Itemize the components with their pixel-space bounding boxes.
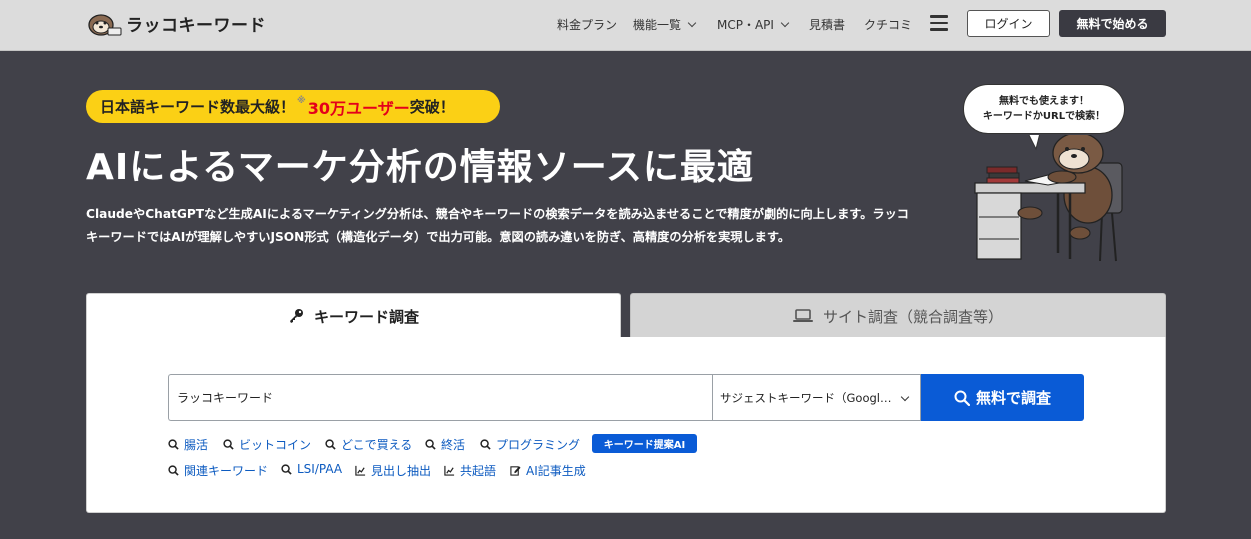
login-button[interactable]: ログイン [967,10,1050,37]
hamburger-menu-icon[interactable] [930,15,948,31]
tool-lsi-paa[interactable]: LSI/PAA [281,462,342,476]
suggest-label: プログラミング [496,438,581,452]
badge-suffix: 突破！ [409,98,455,116]
search-icon [425,439,436,450]
search-icon [480,439,491,450]
tool-heading-extract[interactable]: 見出し抽出 [355,462,431,479]
keyword-ai-button[interactable]: キーワード提案AI [592,434,697,453]
suggest-label: ビットコイン [239,438,312,452]
search-panel [86,337,1166,513]
search-icon [954,390,970,406]
search-icon [325,439,336,450]
search-icon [168,465,179,476]
tool-label: 関連キーワード [184,464,269,478]
tool-cooccurrence[interactable]: 共起語 [444,462,496,479]
nav-estimate[interactable]: 見積書 [809,16,845,33]
key-icon [288,308,304,324]
hero-description: ClaudeやChatGPTなど生成AIによるマーケティング分析は、競合やキーワ… [86,207,909,244]
bubble-line-2: キーワードかURLで検索！ [982,111,1106,122]
otter-logo-icon [88,14,122,36]
chevron-down-icon [780,18,790,28]
laptop-icon [792,309,813,323]
search-submit-button[interactable]: 無料で調査 [921,374,1084,421]
chart-icon [355,465,366,476]
nav-reviews[interactable]: クチコミ [864,16,912,33]
tool-label: 見出し抽出 [371,464,432,478]
suggest-link[interactable]: ビットコイン [223,436,311,453]
suggest-label: どこで買える [341,438,413,452]
tool-ai-article[interactable]: AI記事生成 [510,462,586,479]
search-button-label: 無料で調査 [975,389,1051,407]
bubble-line-1: 無料でも使えます！ [999,96,1089,107]
search-icon [168,439,179,450]
tool-related-keywords[interactable]: 関連キーワード [168,462,268,479]
suggest-link[interactable]: 終活 [425,436,465,453]
suggest-link[interactable]: プログラミング [480,436,580,453]
nav-mcp-api-label: MCP・API [717,18,774,32]
search-type-value: サジェストキーワード（Googl… [720,390,892,405]
otter-mascot-illustration [974,135,1123,262]
nav-mcp-api[interactable]: MCP・API [717,16,790,33]
badge-note: ※ [297,95,306,106]
tool-label: LSI/PAA [297,462,343,476]
tab-keyword-research[interactable]: キーワード調査 [86,293,621,338]
logo-text: ラッコキーワード [126,15,266,36]
user-count-badge: 日本語キーワード数最大級！ ※ 30万ユーザー 突破！ [86,90,500,123]
suggest-label: 腸活 [184,438,209,452]
edit-icon [510,466,521,476]
nav-pricing[interactable]: 料金プラン [557,16,617,33]
tool-label: 共起語 [460,464,497,478]
search-type-select[interactable]: サジェストキーワード（Googl… [712,374,921,421]
keyword-search-input[interactable] [168,374,713,421]
chevron-down-icon [900,392,910,402]
suggest-label: 終活 [441,438,466,452]
tab-site-research[interactable]: サイト調査（競合調査等） [630,293,1166,338]
nav-features-label: 機能一覧 [633,18,682,32]
tab-keyword-label: キーワード調査 [313,307,419,326]
chevron-down-icon [687,18,697,28]
suggest-link[interactable]: 腸活 [168,436,208,453]
chart-icon [444,465,455,476]
tool-label: AI記事生成 [526,464,586,478]
speech-bubble: 無料でも使えます！ キーワードかURLで検索！ [963,84,1125,134]
hero-title: AIによるマーケ分析の情報ソースに最適 [86,147,754,188]
badge-highlight: 30万ユーザー [307,98,410,118]
nav-features[interactable]: 機能一覧 [633,16,697,33]
tab-site-label: サイト調査（競合調査等） [822,307,1003,326]
search-icon [223,439,234,450]
search-icon [281,463,292,475]
logo[interactable]: ラッコキーワード [86,8,266,38]
site-header: ラッコキーワード 料金プラン 機能一覧 MCP・API 見積書 クチコミ ログイ… [0,0,1251,51]
badge-prefix: 日本語キーワード数最大級！ [100,98,296,116]
suggest-link[interactable]: どこで買える [325,436,412,453]
start-free-button[interactable]: 無料で始める [1059,10,1166,37]
